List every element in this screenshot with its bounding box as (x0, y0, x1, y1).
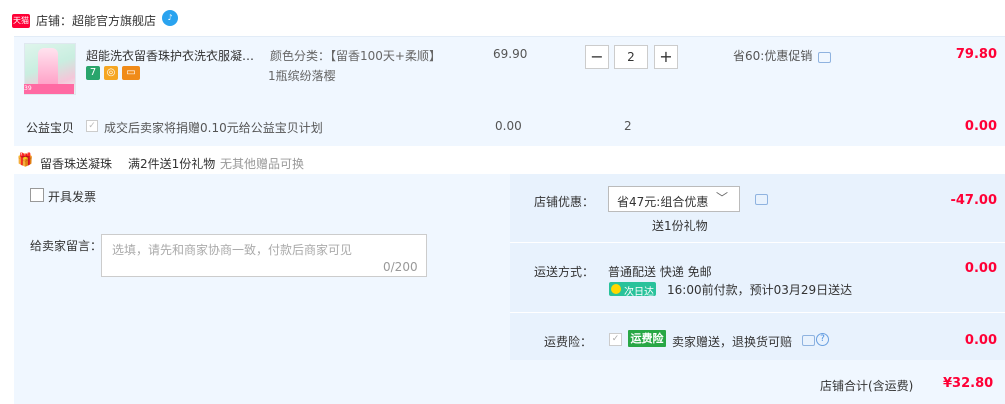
message-placeholder: 选填，请先和商家协商一致，付款后商家可见 (112, 243, 353, 257)
promo-label: 省60:优惠促销 (733, 49, 813, 63)
next-day-badge-text: 次日达 (624, 287, 654, 298)
shipping-fee: 0.00 (964, 261, 997, 276)
invoice-checkbox[interactable] (30, 188, 44, 202)
panel-divider (510, 242, 1005, 243)
discount-amount: -47.00 (950, 193, 997, 208)
unit-price: 69.90 (493, 47, 528, 61)
message-label: 给卖家留言： (30, 239, 103, 253)
charity-price: 0.00 (495, 119, 522, 133)
invoice-label[interactable]: 开具发票 (48, 188, 96, 205)
item-row (14, 36, 1005, 101)
sku-value: 1瓶缤纷落樱 (268, 69, 336, 83)
chat-bubble-icon[interactable] (755, 194, 768, 205)
wangwang-icon[interactable]: ♪ (162, 10, 178, 26)
delivery-estimate: 16:00前付款，预计03月29日送达 (667, 283, 853, 297)
shop-name[interactable]: 店铺：超能官方旗舰店 (36, 12, 156, 29)
panel-divider (510, 312, 1005, 313)
gift-icon: 🎁 (17, 153, 34, 168)
shop-total-label: 店铺合计(含运费) (820, 379, 914, 393)
item-subtotal: 79.80 (955, 47, 997, 62)
gift-none-note: 无其他赠品可换 (220, 157, 305, 171)
guarantee-icon[interactable]: ◎ (104, 66, 118, 80)
quantity-increase-button[interactable]: + (654, 45, 678, 69)
quantity-decrease-button[interactable]: − (585, 45, 609, 69)
sku-label: 颜色分类：【留香100天+柔顺】 (270, 49, 441, 63)
seven-day-return-icon[interactable]: 7 (86, 66, 100, 80)
insurance-text: 卖家赠送，退换货可赔 (672, 335, 793, 349)
tmall-badge: 天猫 (12, 14, 30, 28)
charity-total: 0.00 (964, 119, 997, 134)
insurance-badge: 运费险 (628, 330, 666, 347)
charity-text: 成交后卖家将捐赠0.10元给公益宝贝计划 (104, 121, 323, 135)
discount-label: 店铺优惠： (534, 195, 595, 209)
item-title[interactable]: 超能洗衣留香珠护衣洗衣服凝香... (86, 47, 262, 64)
message-counter: 0/200 (383, 260, 418, 274)
shipping-label: 运送方式： (534, 265, 595, 279)
shop-total-value: ¥32.80 (943, 376, 994, 391)
charity-label: 公益宝贝 (26, 121, 75, 135)
gift-label: 留香珠送凝珠 (40, 157, 113, 171)
discount-gift-note: 送1份礼物 (652, 219, 708, 233)
insurance-label: 运费险： (544, 335, 593, 349)
gift-rule: 满2件送1份礼物 (128, 157, 216, 171)
chat-bubble-icon[interactable] (802, 335, 815, 346)
lightning-icon (611, 284, 621, 294)
help-icon[interactable]: ? (816, 333, 829, 346)
shipping-method: 普通配送 快递 免邮 (608, 265, 712, 279)
charity-quantity: 2 (624, 119, 632, 133)
charity-checkbox: ✓ (86, 120, 98, 132)
chevron-down-icon[interactable]: ﹀ (716, 189, 728, 206)
product-bottle-image (38, 48, 58, 88)
credit-card-icon[interactable]: ▭ (122, 66, 140, 80)
quantity-input[interactable]: 2 (614, 45, 648, 69)
discount-selected-value[interactable]: 省47元:组合优惠 (617, 193, 708, 210)
insurance-fee: 0.00 (964, 333, 997, 348)
insurance-checkbox: ✓ (609, 333, 622, 346)
chat-bubble-icon[interactable] (818, 52, 831, 63)
thumbnail-price-tag: 39 (24, 84, 74, 94)
